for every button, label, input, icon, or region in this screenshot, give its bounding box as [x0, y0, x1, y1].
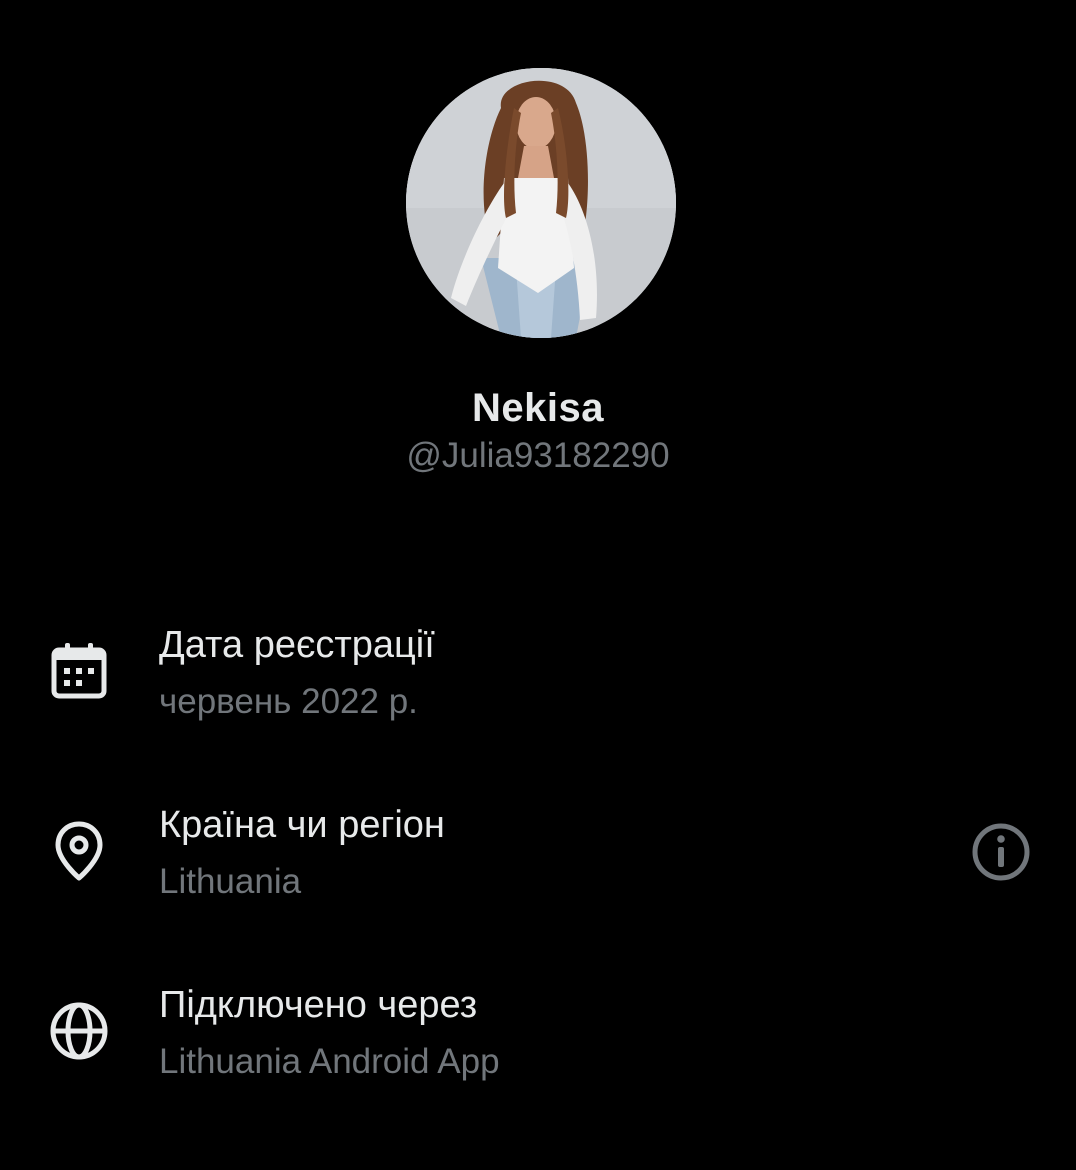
info-icon[interactable]	[966, 817, 1036, 887]
display-name: Nekisa	[472, 386, 604, 430]
avatar-photo	[406, 68, 676, 338]
registration-date-label: Дата реєстрації	[159, 624, 435, 666]
location-pin-icon	[55, 821, 103, 881]
avatar[interactable]	[406, 68, 676, 338]
info-row-registration-date: Дата реєстрації червень 2022 р.	[0, 610, 1076, 740]
username-handle: @Julia93182290	[406, 436, 670, 475]
country-label: Країна чи регіон	[159, 804, 445, 846]
registration-date-value: червень 2022 р.	[159, 682, 418, 721]
account-about-page: Nekisa @Julia93182290 Дата реєстрації че…	[0, 0, 1076, 1170]
country-value: Lithuania	[159, 862, 302, 901]
calendar-icon	[51, 643, 107, 699]
connected-via-value: Lithuania Android App	[159, 1042, 500, 1081]
connected-via-label: Підключено через	[159, 984, 478, 1026]
globe-icon	[50, 1002, 108, 1060]
info-row-connected-via: Підключено через Lithuania Android App	[0, 970, 1076, 1100]
info-row-country: Країна чи регіон Lithuania	[0, 790, 1076, 920]
